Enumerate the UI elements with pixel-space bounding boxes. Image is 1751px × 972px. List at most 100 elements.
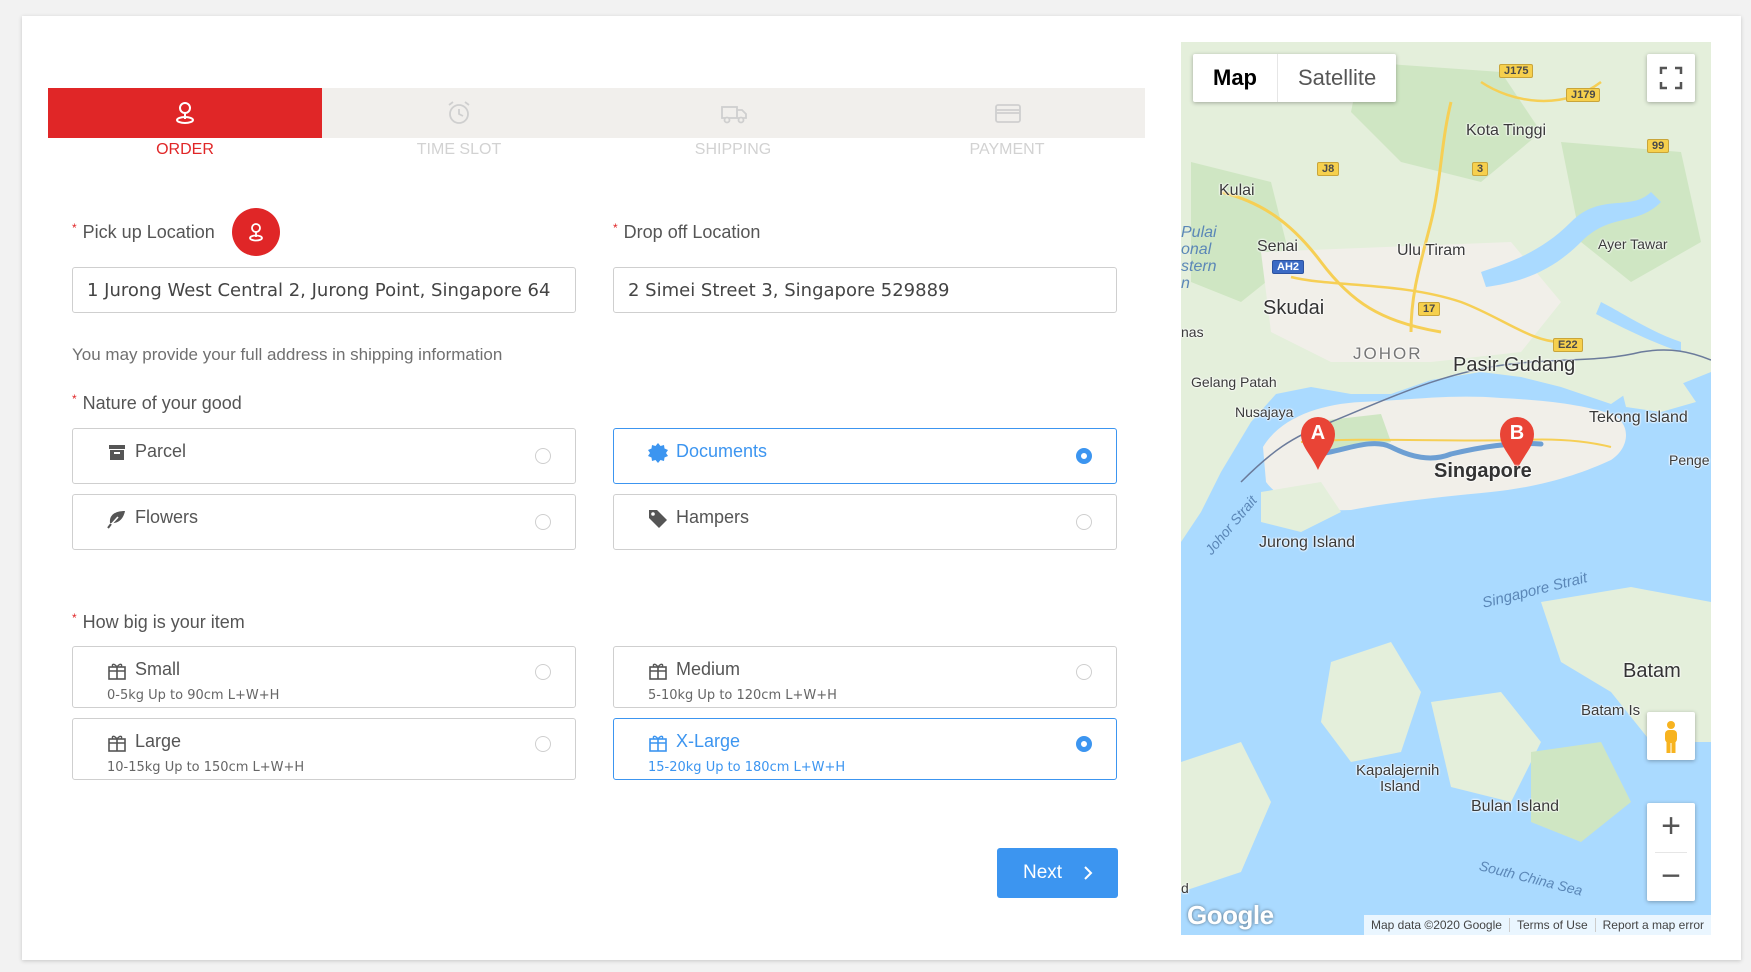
nature-option-parcel[interactable]: Parcel [72, 428, 576, 484]
radio-medium[interactable] [1076, 664, 1092, 680]
archive-box-icon [109, 445, 125, 460]
map-label: JOHOR [1353, 344, 1423, 363]
next-button[interactable]: Next [997, 848, 1118, 898]
map-label: Bulan Island [1471, 798, 1560, 815]
map-label: Ulu Tiram [1397, 242, 1466, 259]
terms-of-use-link[interactable]: Terms of Use [1508, 918, 1595, 932]
step-order[interactable] [48, 88, 323, 138]
gift-box-icon [649, 663, 667, 680]
nature-option-documents[interactable]: Documents [613, 428, 1117, 484]
step-shipping[interactable] [597, 88, 871, 138]
road-shield: J8 [1317, 162, 1340, 176]
tag-icon [649, 510, 667, 528]
nature-label-text: Nature of your good [82, 393, 242, 413]
gift-box-icon [108, 735, 126, 752]
radio-x-large[interactable] [1076, 736, 1092, 752]
option-description: 15-20kg Up to 180cm L+W+H [648, 760, 846, 775]
truck-icon [720, 106, 747, 124]
fullscreen-icon [1659, 66, 1683, 90]
chevron-right-icon [1084, 866, 1093, 880]
map-label: onal [1181, 241, 1212, 258]
pickup-location-input[interactable] [72, 267, 576, 313]
marker-a[interactable]: A [1301, 422, 1335, 445]
nature-label: * Nature of your good [72, 392, 242, 414]
size-option-medium[interactable]: Medium 5-10kg Up to 120cm L+W+H [613, 646, 1117, 708]
google-logo[interactable]: Google [1187, 900, 1274, 931]
step-label-time-slot: TIME SLOT [416, 141, 502, 158]
road-shield: AH2 [1272, 260, 1305, 274]
map-type-map[interactable]: Map [1193, 54, 1278, 102]
map-label: Kulai [1219, 182, 1255, 199]
map-data-credit: Map data ©2020 Google [1371, 918, 1502, 932]
nature-option-hampers[interactable]: Hampers [613, 494, 1117, 550]
option-label: Large [135, 731, 182, 751]
location-pin-icon [176, 102, 195, 124]
map-label: Kapalajernih [1356, 762, 1440, 779]
map-type-satellite[interactable]: Satellite [1278, 54, 1396, 102]
map-label: Island [1380, 778, 1421, 795]
dropoff-location-input[interactable] [613, 267, 1117, 313]
road-shield: J179 [1566, 88, 1601, 102]
map-label: Nusajaya [1235, 404, 1294, 420]
option-label: Hampers [676, 507, 750, 527]
size-option-x-large[interactable]: X-Large 15-20kg Up to 180cm L+W+H [613, 718, 1117, 780]
radio-parcel[interactable] [535, 448, 551, 464]
road-shield: E22 [1553, 338, 1583, 352]
map-label: Senai [1257, 238, 1298, 255]
locate-me-button[interactable] [232, 208, 280, 256]
map-label: Tekong Island [1589, 409, 1688, 426]
nature-option-flowers[interactable]: Flowers [72, 494, 576, 550]
route-map[interactable]: A B Kota Tinggi Kulai Senai Ulu Tiram Ay… [1181, 42, 1711, 935]
address-hint: You may provide your full address in shi… [72, 345, 503, 364]
zoom-in-button[interactable]: + [1647, 803, 1695, 852]
required-mark: * [72, 392, 77, 406]
map-label: n [1181, 275, 1190, 292]
report-map-error-link[interactable]: Report a map error [1594, 918, 1711, 932]
map-label: Batam [1623, 660, 1681, 682]
certificate-icon [648, 443, 668, 463]
step-payment[interactable] [871, 88, 1145, 138]
road-shield: J175 [1499, 64, 1534, 78]
pickup-label-text: Pick up Location [82, 222, 215, 242]
option-label: Parcel [135, 441, 187, 461]
map-label: stern [1181, 258, 1217, 275]
required-mark: * [613, 221, 618, 235]
radio-small[interactable] [535, 664, 551, 680]
map-canvas [1181, 42, 1711, 935]
radio-flowers[interactable] [535, 514, 551, 530]
option-label: Flowers [135, 507, 199, 527]
fullscreen-button[interactable] [1647, 54, 1695, 102]
map-attribution: Map data ©2020 Google Terms of Use Repor… [1364, 915, 1711, 935]
size-label-text: How big is your item [82, 612, 245, 632]
map-type-control: Map Satellite [1193, 54, 1397, 102]
step-time-slot[interactable] [322, 88, 596, 138]
progress-steps [48, 88, 1145, 138]
next-button-label: Next [1023, 862, 1063, 883]
map-label: Pulai [1181, 224, 1217, 241]
map-label: nas [1181, 324, 1204, 340]
map-label: Jurong Island [1259, 534, 1356, 551]
gift-box-icon [108, 663, 126, 680]
radio-hampers[interactable] [1076, 514, 1092, 530]
zoom-control: + − [1647, 803, 1695, 901]
street-view-pegman-button[interactable] [1647, 712, 1695, 760]
radio-documents[interactable] [1076, 448, 1092, 464]
option-description: 5-10kg Up to 120cm L+W+H [648, 688, 837, 703]
step-label-payment: PAYMENT [969, 141, 1045, 158]
road-shield: 17 [1418, 302, 1441, 316]
size-option-large[interactable]: Large 10-15kg Up to 150cm L+W+H [72, 718, 576, 780]
size-option-small[interactable]: Small 0-5kg Up to 90cm L+W+H [72, 646, 576, 708]
radio-large[interactable] [535, 736, 551, 752]
map-label: Skudai [1263, 297, 1325, 319]
map-label: Pasir Gudang [1453, 354, 1576, 376]
leaf-icon [107, 511, 125, 529]
map-label: Singapore [1434, 460, 1532, 482]
option-description: 10-15kg Up to 150cm L+W+H [107, 760, 305, 775]
zoom-out-button[interactable]: − [1647, 853, 1695, 901]
dropoff-label: * Drop off Location [613, 221, 761, 243]
option-label: Documents [676, 441, 768, 461]
dropoff-label-text: Drop off Location [623, 222, 761, 242]
map-label: Ayer Tawar [1598, 236, 1668, 252]
map-label: Batam Is [1581, 702, 1641, 719]
marker-b[interactable]: B [1500, 422, 1534, 445]
